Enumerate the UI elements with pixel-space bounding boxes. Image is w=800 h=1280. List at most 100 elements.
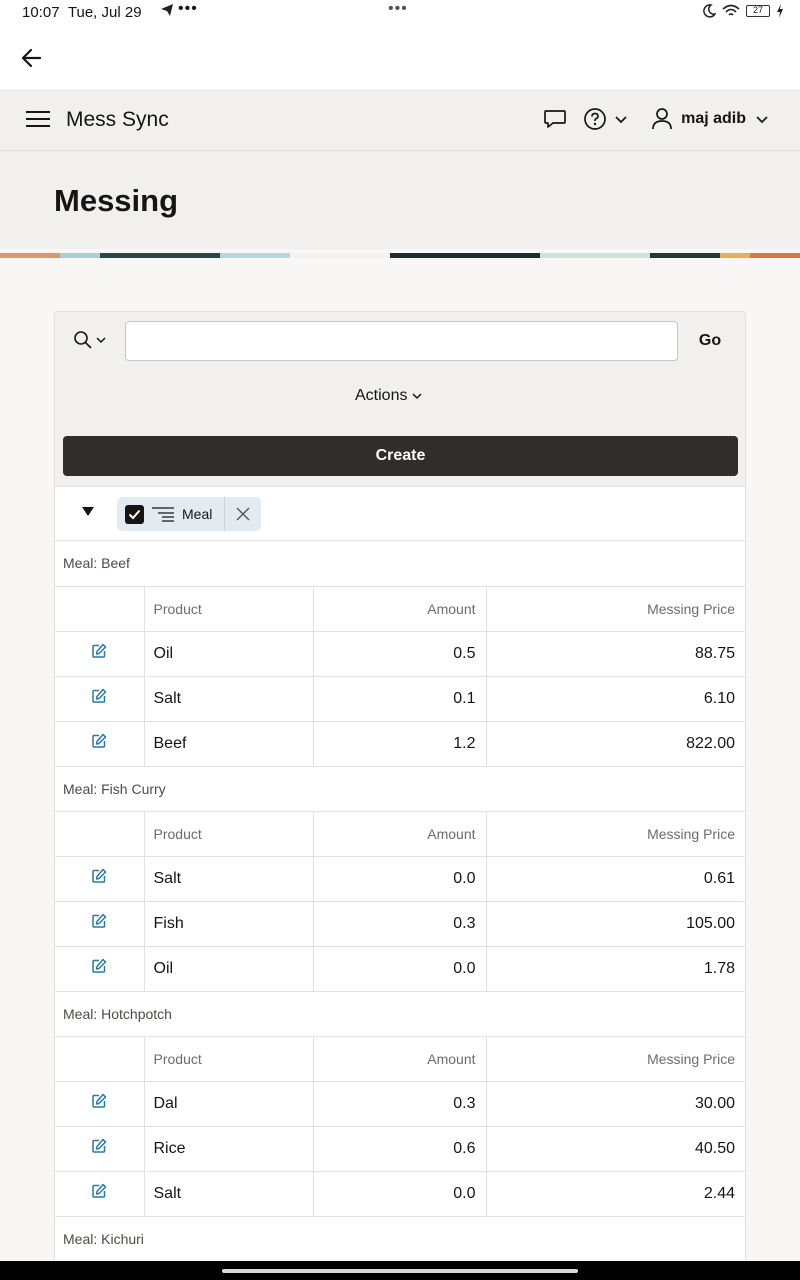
price-column-header[interactable]: Messing Price bbox=[485, 811, 745, 857]
amount-cell: 0.0 bbox=[312, 1171, 486, 1217]
decorative-banner bbox=[0, 249, 800, 258]
table-row: Beef 1.2 822.00 bbox=[55, 721, 745, 767]
create-button[interactable]: Create bbox=[63, 436, 738, 476]
price-cell: 2.44 bbox=[485, 1171, 745, 1217]
product-cell: Salt bbox=[143, 1171, 313, 1217]
amount-cell: 0.0 bbox=[312, 856, 486, 902]
report-region: Go Actions Create Meal Meal: Beef Produc… bbox=[54, 311, 746, 1280]
group-header-row: Meal: Fish Curry bbox=[55, 766, 745, 812]
price-cell: 30.00 bbox=[485, 1081, 745, 1127]
checkmark-icon bbox=[128, 509, 141, 519]
battery-icon: 27 bbox=[746, 5, 770, 17]
product-cell: Oil bbox=[143, 946, 313, 992]
product-cell: Beef bbox=[143, 721, 313, 767]
edit-cell bbox=[55, 856, 144, 902]
table-row: Rice 0.6 40.50 bbox=[55, 1126, 745, 1172]
product-cell: Oil bbox=[143, 631, 313, 677]
amount-cell: 0.6 bbox=[312, 1126, 486, 1172]
search-icon bbox=[74, 331, 92, 349]
edit-icon[interactable] bbox=[91, 688, 107, 709]
edit-icon[interactable] bbox=[91, 1138, 107, 1159]
table-row: Dal 0.3 30.00 bbox=[55, 1081, 745, 1127]
amount-column-header[interactable]: Amount bbox=[312, 586, 486, 632]
back-arrow-icon[interactable] bbox=[18, 44, 46, 72]
app-title[interactable]: Mess Sync bbox=[66, 108, 169, 132]
price-cell: 105.00 bbox=[485, 901, 745, 947]
price-cell: 88.75 bbox=[485, 631, 745, 677]
edit-icon[interactable] bbox=[91, 1093, 107, 1114]
help-icon bbox=[584, 108, 606, 130]
table-row: Salt 0.0 2.44 bbox=[55, 1171, 745, 1217]
remove-filter-icon[interactable] bbox=[235, 506, 251, 522]
amount-column-header[interactable]: Amount bbox=[312, 1036, 486, 1082]
amount-cell: 0.3 bbox=[312, 901, 486, 947]
go-button[interactable]: Go bbox=[687, 321, 733, 361]
product-column-header[interactable]: Product bbox=[143, 586, 313, 632]
price-cell: 0.61 bbox=[485, 856, 745, 902]
telegram-icon bbox=[160, 3, 174, 20]
amount-cell: 0.1 bbox=[312, 676, 486, 722]
edit-icon[interactable] bbox=[91, 643, 107, 664]
user-icon bbox=[652, 108, 672, 130]
wifi-icon bbox=[722, 4, 740, 16]
page-title: Messing bbox=[54, 183, 179, 218]
collapse-toggle-icon[interactable] bbox=[82, 507, 94, 516]
control-break-icon bbox=[152, 507, 174, 522]
amount-cell: 1.2 bbox=[312, 721, 486, 767]
home-gesture-bar[interactable] bbox=[222, 1269, 578, 1273]
edit-icon[interactable] bbox=[91, 733, 107, 754]
help-menu-button[interactable] bbox=[583, 107, 629, 131]
edit-cell bbox=[55, 946, 144, 992]
price-cell: 6.10 bbox=[485, 676, 745, 722]
column-header-row: Product Amount Messing Price bbox=[55, 586, 745, 632]
price-column-header[interactable]: Messing Price bbox=[485, 1036, 745, 1082]
actions-menu-button[interactable]: Actions bbox=[355, 387, 423, 405]
table-row: Salt 0.0 0.61 bbox=[55, 856, 745, 902]
system-nav-bar bbox=[0, 1261, 800, 1280]
hamburger-menu-icon[interactable] bbox=[26, 111, 50, 129]
edit-cell bbox=[55, 1081, 144, 1127]
amount-column-header[interactable]: Amount bbox=[312, 811, 486, 857]
product-cell: Salt bbox=[143, 856, 313, 902]
price-cell: 40.50 bbox=[485, 1126, 745, 1172]
table-row: Salt 0.1 6.10 bbox=[55, 676, 745, 722]
amount-cell: 0.3 bbox=[312, 1081, 486, 1127]
table-row: Oil 0.5 88.75 bbox=[55, 631, 745, 677]
user-menu-button[interactable]: maj adib bbox=[651, 107, 770, 131]
edit-cell bbox=[55, 721, 144, 767]
edit-column-header bbox=[55, 1036, 144, 1082]
table-row: Fish 0.3 105.00 bbox=[55, 901, 745, 947]
edit-column-header bbox=[55, 811, 144, 857]
app-header: Mess Sync maj adib bbox=[0, 89, 800, 151]
edit-cell bbox=[55, 631, 144, 677]
charging-icon bbox=[777, 4, 783, 18]
chat-icon[interactable] bbox=[543, 108, 567, 130]
report-table: Meal: Beef Product Amount Messing Price … bbox=[55, 541, 745, 1262]
product-column-header[interactable]: Product bbox=[143, 1036, 313, 1082]
edit-cell bbox=[55, 676, 144, 722]
product-cell: Rice bbox=[143, 1126, 313, 1172]
chip-checkbox[interactable] bbox=[125, 504, 144, 524]
product-column-header[interactable]: Product bbox=[143, 811, 313, 857]
edit-icon[interactable] bbox=[91, 913, 107, 934]
edit-cell bbox=[55, 901, 144, 947]
group-label: Meal: Fish Curry bbox=[55, 766, 745, 812]
search-input[interactable] bbox=[125, 321, 678, 361]
group-header-row: Meal: Hotchpotch bbox=[55, 991, 745, 1037]
edit-icon[interactable] bbox=[91, 1183, 107, 1204]
report-toolbar: Go Actions Create bbox=[55, 312, 745, 486]
edit-icon[interactable] bbox=[91, 868, 107, 889]
chip-divider bbox=[224, 497, 226, 531]
edit-icon[interactable] bbox=[91, 958, 107, 979]
chevron-down-icon bbox=[615, 116, 627, 124]
amount-cell: 0.0 bbox=[312, 946, 486, 992]
multiwindow-dots-icon[interactable]: ••• bbox=[388, 0, 408, 18]
actions-label: Actions bbox=[355, 387, 408, 404]
control-break-chip: Meal bbox=[117, 497, 261, 531]
page-title-band: Messing bbox=[0, 151, 800, 249]
group-label: Meal: Hotchpotch bbox=[55, 991, 745, 1037]
column-header-row: Product Amount Messing Price bbox=[55, 1036, 745, 1082]
search-column-selector[interactable] bbox=[73, 330, 107, 350]
price-column-header[interactable]: Messing Price bbox=[485, 586, 745, 632]
chevron-down-icon bbox=[96, 337, 106, 344]
